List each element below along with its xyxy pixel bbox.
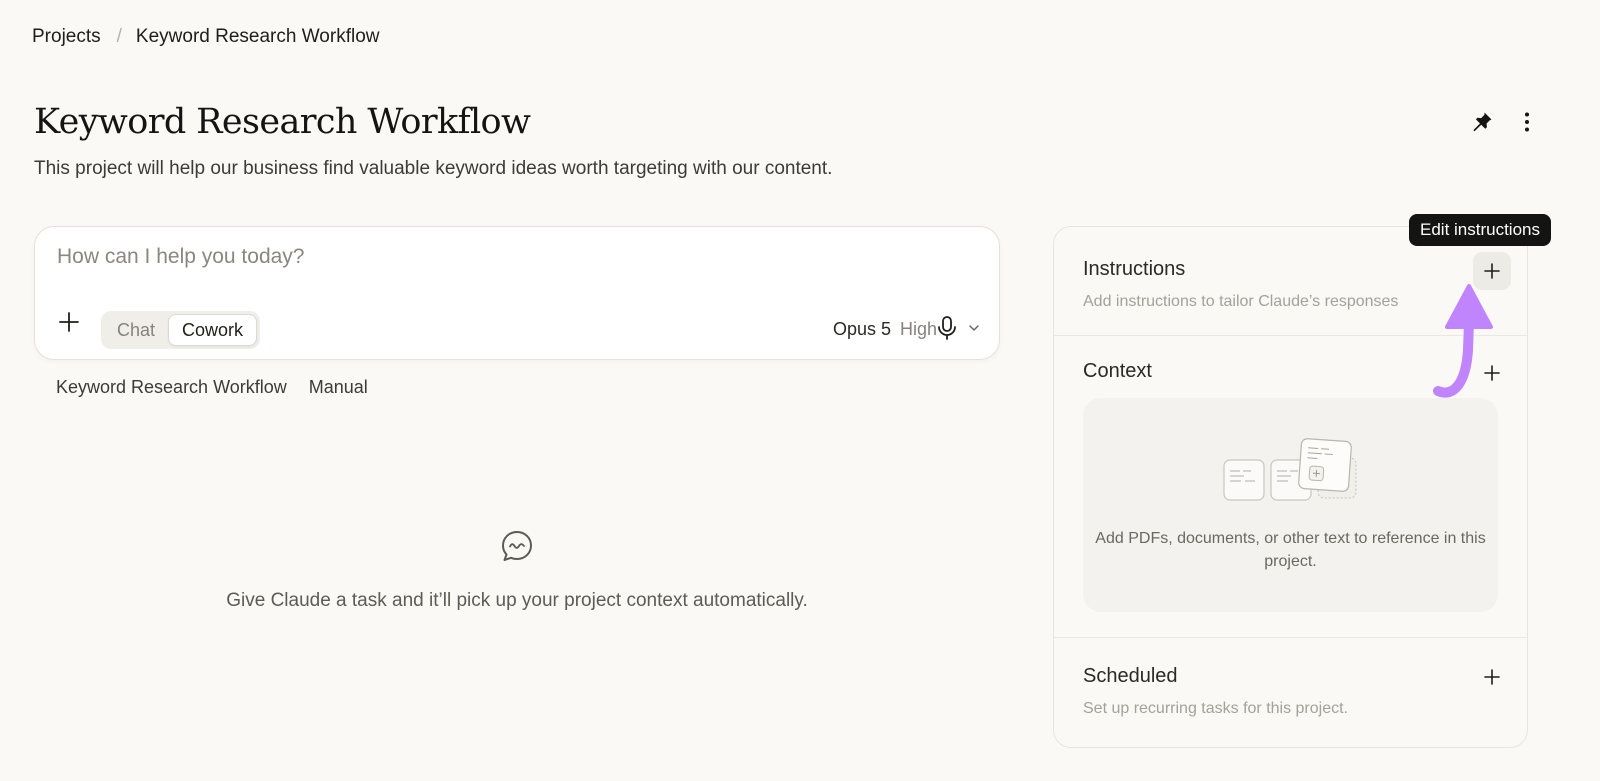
chat-bubble-icon [502,531,532,561]
model-effort: High [900,319,938,339]
add-scheduled-button[interactable] [1473,658,1511,696]
instructions-title: Instructions [1083,258,1186,280]
mode-cowork-option[interactable]: Cowork [168,314,258,346]
project-description: This project will help our business find… [34,158,833,179]
documents-illustration-icon [1223,438,1357,501]
breadcrumb-current: Keyword Research Workflow [135,26,380,47]
mode-chat-option[interactable]: Chat [104,314,168,346]
kebab-menu-icon [1525,112,1529,132]
mode-toggle: Chat Cowork [101,311,261,349]
scheduled-subtitle: Set up recurring tasks for this project. [1083,700,1348,717]
manual-chip[interactable]: Manual [309,377,368,398]
breadcrumb: Projects / Keyword Research Workflow [32,26,380,48]
microphone-icon [938,316,956,340]
voice-input-button[interactable] [935,315,981,341]
pin-button[interactable] [1466,106,1498,138]
empty-state: Give Claude a task and it’ll pick up you… [34,528,1000,612]
page-title: Keyword Research Workflow [34,102,531,142]
model-selector[interactable]: Opus 5 High [833,319,937,340]
composer-context-chips: Keyword Research Workflow Manual [56,377,368,398]
header-actions [1466,106,1543,138]
plus-icon [1484,669,1500,685]
plus-icon [59,312,79,332]
project-chip[interactable]: Keyword Research Workflow [56,377,287,398]
context-title: Context [1083,360,1152,382]
more-options-button[interactable] [1511,106,1543,138]
annotation-arrow-icon [1433,284,1493,398]
empty-state-message: Give Claude a task and it’ll pick up you… [226,590,808,611]
chat-composer: Chat Cowork Opus 5 High [34,226,1000,360]
instructions-subtitle: Add instructions to tailor Claude’s resp… [1083,293,1399,310]
breadcrumb-separator: / [116,26,122,47]
model-name: Opus 5 [833,319,892,339]
prompt-input[interactable] [57,245,957,269]
context-dropzone[interactable]: Add PDFs, documents, or other text to re… [1083,398,1498,612]
context-empty-text: Add PDFs, documents, or other text to re… [1095,530,1486,570]
plus-icon [1484,263,1500,279]
pin-icon [1473,112,1492,132]
breadcrumb-projects-link[interactable]: Projects [32,26,101,48]
edit-instructions-tooltip: Edit instructions [1409,214,1551,246]
add-attachment-button[interactable] [53,306,85,338]
scheduled-section: Scheduled Set up recurring tasks for thi… [1054,638,1527,748]
scheduled-title: Scheduled [1083,665,1178,687]
chevron-down-icon [969,325,979,331]
